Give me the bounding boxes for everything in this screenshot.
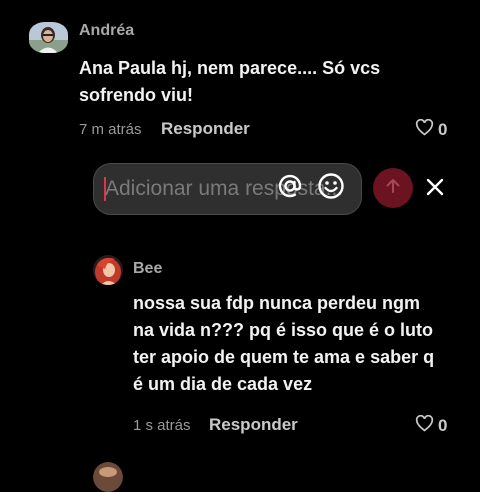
like-count: 0 [438,120,448,139]
at-sign-icon [277,173,303,204]
comment-text-line: nossa sua fdp nunca perdeu ngm [133,293,421,313]
avatar-andrea[interactable] [29,22,68,53]
comment-text-line: sofrendo viu! [79,85,194,105]
text-caret [104,177,106,201]
smiley-icon [317,172,345,205]
arrow-up-icon [384,177,402,200]
comment-text-line: na vida n??? pq é isso que é o luto [133,320,434,340]
heart-outline-icon [415,118,434,141]
mention-button[interactable] [276,174,304,202]
close-icon [426,178,444,201]
like-button[interactable]: 0 [415,414,448,437]
comment-timestamp: 1 s atrás [133,417,191,434]
reply-button[interactable]: Responder [209,415,298,435]
emoji-button[interactable] [316,172,346,205]
avatar-bee[interactable] [93,255,123,285]
heart-outline-icon [415,414,434,437]
avatar-next-comment[interactable] [93,462,123,492]
comment-text-line: Ana Paula hj, nem parece.... Só vcs [79,58,381,78]
reply-button[interactable]: Responder [161,119,250,139]
like-count: 0 [438,416,448,435]
comment-timestamp: 7 m atrás [79,121,142,138]
comment-author[interactable]: Andréa [79,22,134,40]
like-button[interactable]: 0 [415,118,448,141]
comment-text-line: é um dia de cada vez [133,374,313,394]
close-reply-button[interactable] [423,177,447,201]
comment-text-line: ter apoio de quem te ama e saber q [133,347,435,367]
send-button[interactable] [373,168,413,208]
comment-author[interactable]: Bee [133,260,162,278]
